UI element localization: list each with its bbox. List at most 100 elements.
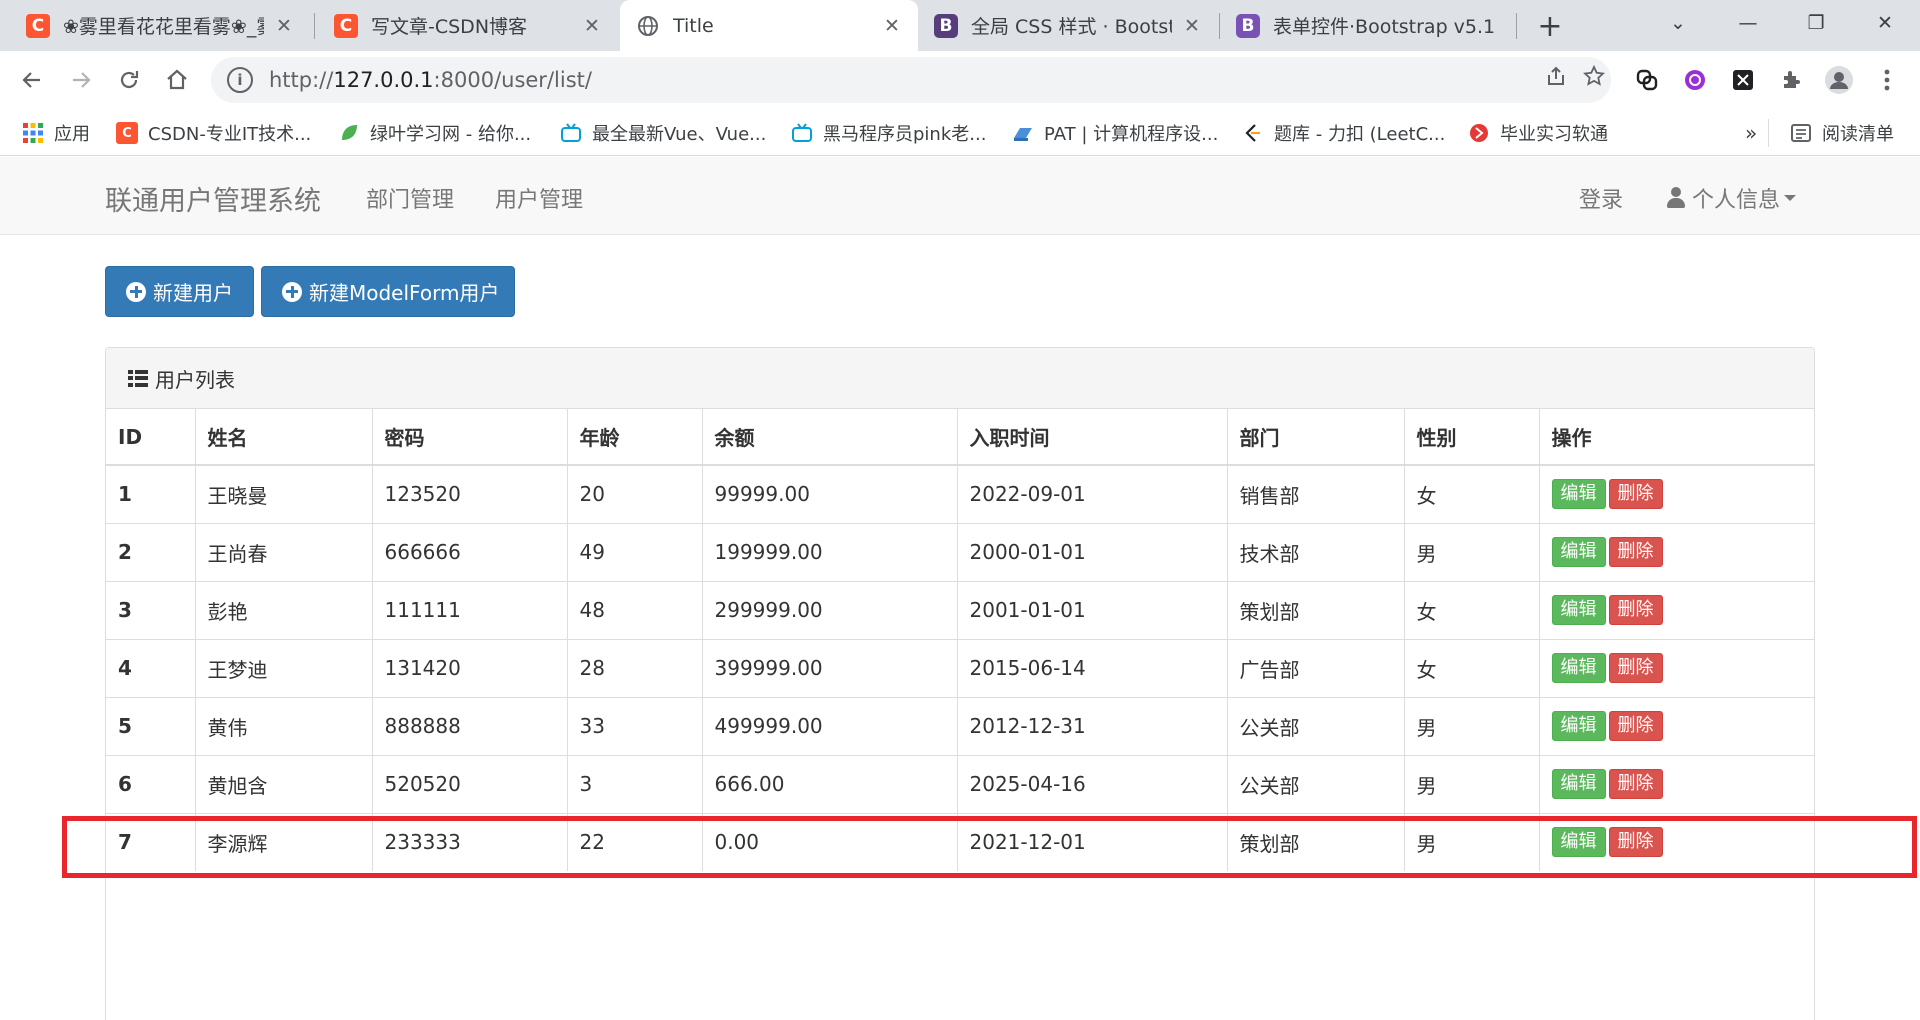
- edit-button[interactable]: 编辑: [1551, 769, 1606, 799]
- extension-purple-icon[interactable]: [1677, 62, 1713, 98]
- tab-csdn-write[interactable]: C 写文章-CSDN博客 ✕: [318, 0, 618, 51]
- close-icon[interactable]: ✕: [580, 15, 604, 37]
- extension-copilot-icon[interactable]: [1629, 62, 1665, 98]
- cell-password: 520520: [372, 754, 568, 813]
- cell-create-time: 2025-04-16: [957, 754, 1228, 813]
- nav-link-login[interactable]: 登录: [1579, 182, 1623, 214]
- delete-button[interactable]: 删除: [1608, 769, 1663, 799]
- reload-icon[interactable]: [109, 60, 149, 100]
- table-row: 1 王晓曼 123520 20 99999.00 2022-09-01 销售部 …: [106, 464, 1814, 523]
- bookmarks-overflow-button[interactable]: »: [1745, 119, 1757, 147]
- bookmark-vue[interactable]: 最全最新Vue、Vue...: [560, 119, 766, 147]
- edit-button[interactable]: 编辑: [1551, 479, 1606, 510]
- browser-menu-icon[interactable]: [1869, 62, 1905, 98]
- page-content: 联通用户管理系统 部门管理 用户管理 登录 个人信息 新建用户 新建ModelF…: [0, 157, 1920, 1020]
- csdn-icon: C: [116, 122, 138, 144]
- edit-button[interactable]: 编辑: [1551, 595, 1606, 625]
- reading-list-button[interactable]: 阅读清单: [1790, 119, 1894, 147]
- cell-gender: 女: [1404, 464, 1540, 523]
- nav-profile-dropdown[interactable]: 个人信息: [1666, 182, 1797, 214]
- bookmark-label: CSDN-专业IT技术...: [148, 124, 312, 145]
- pat-icon: [1012, 122, 1034, 144]
- csdn-icon: C: [26, 13, 50, 38]
- window-close-icon[interactable]: ✕: [1852, 0, 1918, 45]
- close-icon[interactable]: ✕: [1180, 15, 1204, 37]
- delete-button[interactable]: 删除: [1608, 595, 1663, 625]
- home-icon[interactable]: [157, 60, 197, 100]
- bookmark-leetcode[interactable]: 题库 - 力扣 (LeetC...: [1242, 119, 1445, 147]
- tab-bootstrap-css[interactable]: B 全局 CSS 样式 · Bootstrap ✕: [918, 0, 1218, 51]
- user-list-panel: 用户列表 ID 姓名 密码 年龄 余额 入职时间 部门 性别 操作 1 王晓曼 …: [105, 347, 1815, 1020]
- cell-create-time: 2015-06-14: [957, 638, 1228, 697]
- column-header: 性别: [1404, 409, 1540, 466]
- bookmark-label: 最全最新Vue、Vue...: [592, 124, 767, 145]
- extension-x-icon[interactable]: [1725, 62, 1761, 98]
- navbar-brand[interactable]: 联通用户管理系统: [105, 179, 321, 218]
- edit-button[interactable]: 编辑: [1551, 537, 1606, 567]
- cell-name: 王晓曼: [195, 464, 373, 523]
- cell-id: 4: [106, 638, 196, 697]
- cell-name: 王梦迪: [195, 638, 373, 697]
- bookmark-label: 题库 - 力扣 (LeetC...: [1274, 124, 1446, 145]
- nav-link-users[interactable]: 用户管理: [495, 182, 583, 214]
- bookmark-isoftstone[interactable]: 毕业实习软通: [1468, 119, 1608, 147]
- tab-title: 写文章-CSDN博客: [371, 16, 528, 38]
- bookmark-label: PAT | 计算机程序设...: [1044, 124, 1219, 145]
- cell-gender: 女: [1404, 580, 1540, 639]
- close-icon[interactable]: ✕: [272, 15, 296, 37]
- delete-button[interactable]: 删除: [1608, 711, 1663, 741]
- delete-button[interactable]: 删除: [1608, 653, 1663, 683]
- cell-password: 131420: [372, 638, 568, 697]
- column-header: 余额: [702, 409, 958, 466]
- restore-icon[interactable]: ❐: [1783, 0, 1849, 45]
- cell-department: 技术部: [1227, 522, 1405, 581]
- close-icon[interactable]: ✕: [880, 15, 904, 37]
- bookmark-pat[interactable]: PAT | 计算机程序设...: [1012, 119, 1218, 147]
- minimize-icon[interactable]: —: [1715, 0, 1781, 45]
- tab-title-active[interactable]: Title ✕: [620, 0, 918, 51]
- bookmark-heima[interactable]: 黑马程序员pink老...: [791, 119, 986, 147]
- new-modelform-user-button[interactable]: 新建ModelForm用户: [261, 266, 515, 317]
- tab-bootstrap-forms[interactable]: B 表单控件·Bootstrap v5.1: [1220, 0, 1520, 51]
- profile-avatar-icon[interactable]: [1821, 62, 1857, 98]
- extensions-puzzle-icon[interactable]: [1773, 62, 1809, 98]
- new-tab-button[interactable]: +: [1531, 7, 1569, 45]
- leetcode-icon: [1242, 122, 1264, 144]
- bookmark-lvye[interactable]: 绿叶学习网 - 给你...: [338, 119, 531, 147]
- nav-link-departments[interactable]: 部门管理: [366, 182, 454, 214]
- edit-button[interactable]: 编辑: [1551, 827, 1606, 858]
- apps-grid-icon: [22, 122, 44, 144]
- bookmark-csdn[interactable]: C CSDN-专业IT技术...: [116, 119, 311, 147]
- delete-button[interactable]: 删除: [1608, 537, 1663, 567]
- site-info-icon[interactable]: i: [227, 67, 253, 93]
- reading-list-label: 阅读清单: [1822, 124, 1894, 145]
- csdn-icon: C: [334, 13, 358, 38]
- edit-button[interactable]: 编辑: [1551, 653, 1606, 683]
- bookmark-star-icon[interactable]: [1579, 64, 1609, 93]
- cell-name: 李源辉: [195, 812, 373, 871]
- delete-button[interactable]: 删除: [1608, 827, 1663, 858]
- bookmark-apps[interactable]: 应用: [22, 119, 90, 147]
- back-icon[interactable]: [12, 60, 52, 100]
- share-icon[interactable]: [1541, 65, 1571, 93]
- new-user-button[interactable]: 新建用户: [105, 266, 254, 317]
- reading-list-icon: [1790, 122, 1812, 144]
- forward-icon[interactable]: [61, 60, 101, 100]
- tab-title: ❀雾里看花花里看雾❀_雾: [63, 16, 264, 38]
- cell-create-time: 2001-01-01: [957, 580, 1228, 639]
- edit-button[interactable]: 编辑: [1551, 711, 1606, 741]
- tab-csdn-blog[interactable]: C ❀雾里看花花里看雾❀_雾 ✕: [10, 0, 310, 51]
- table-row: 4 王梦迪 131420 28 399999.00 2015-06-14 广告部…: [106, 638, 1814, 697]
- tab-search-icon[interactable]: ⌄: [1645, 0, 1711, 45]
- bookmark-label: 毕业实习软通: [1500, 124, 1608, 145]
- cell-balance: 299999.00: [702, 580, 958, 639]
- delete-button[interactable]: 删除: [1608, 479, 1663, 510]
- cell-department: 广告部: [1227, 638, 1405, 697]
- cell-gender: 男: [1404, 522, 1540, 581]
- address-bar[interactable]: i http://127.0.0.1:8000/user/list/: [211, 57, 1611, 103]
- cell-actions: 编辑 删除: [1539, 464, 1814, 523]
- cell-balance: 399999.00: [702, 638, 958, 697]
- panel-heading: 用户列表: [106, 348, 1814, 409]
- cell-department: 策划部: [1227, 812, 1405, 871]
- cell-balance: 666.00: [702, 754, 958, 813]
